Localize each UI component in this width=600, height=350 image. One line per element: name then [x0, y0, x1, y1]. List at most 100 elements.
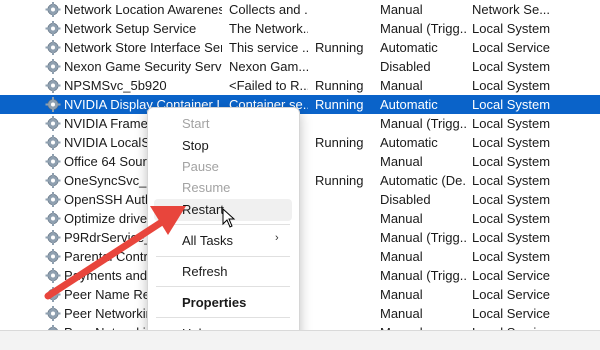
service-startup-type: Disabled — [380, 192, 431, 207]
gear-icon — [44, 77, 62, 94]
service-log-on-as: Local System — [472, 116, 551, 131]
menu-item-resume[interactable]: Resume — [182, 179, 230, 197]
table-row[interactable]: Network Setup Service The Network... Manua… — [0, 19, 600, 38]
service-log-on-as: Network Se... — [472, 2, 551, 17]
table-row[interactable]: Network Store Interface Servi... This ser… — [0, 38, 600, 57]
service-startup-type: Automatic — [380, 97, 438, 112]
service-status: Running — [315, 173, 364, 188]
table-row[interactable]: Payments and N Manual (Trigg... Local Serv… — [0, 266, 600, 285]
service-status — [315, 57, 375, 76]
gear-icon — [44, 58, 62, 75]
service-name: Nexon Game Security Service — [64, 59, 222, 74]
service-log-on-as: Local System — [472, 78, 551, 93]
service-status — [315, 152, 375, 171]
service-description: Collects and ... — [229, 2, 308, 17]
table-row[interactable]: Office 64 Sourc Manual Local System — [0, 152, 600, 171]
service-description: This service ... — [229, 40, 308, 55]
service-log-on-as: Local System — [472, 135, 551, 150]
status-bar — [0, 330, 600, 350]
gear-icon — [44, 267, 62, 284]
service-status — [315, 209, 375, 228]
service-log-on-as: Local System — [472, 154, 551, 169]
menu-item-restart[interactable]: Restart — [182, 201, 224, 219]
service-log-on-as: Local Service — [472, 287, 551, 302]
service-description: Nexon Gam... — [229, 59, 308, 74]
gear-icon — [44, 172, 62, 189]
table-row[interactable]: P9RdrService_ Manual (Trigg... Local Syste… — [0, 228, 600, 247]
gear-icon — [44, 248, 62, 265]
service-log-on-as: Local System — [472, 59, 551, 74]
service-name: Network Store Interface Servi... — [64, 40, 222, 55]
table-row[interactable]: Network Location Awareness Collects and .… — [0, 0, 600, 19]
service-log-on-as: Local System — [472, 211, 551, 226]
service-startup-type: Manual — [380, 249, 423, 264]
service-status: Running — [315, 97, 364, 112]
gear-icon — [44, 1, 62, 18]
table-row[interactable]: Optimize drive Manual Local System — [0, 209, 600, 228]
gear-icon — [44, 39, 62, 56]
table-row[interactable]: NPSMSvc_5b920 <Failed to R... Running Manua… — [0, 76, 600, 95]
service-startup-type: Automatic — [380, 40, 438, 55]
service-name: Network Location Awareness — [64, 2, 222, 17]
table-row[interactable]: Parental Contro Manual Local System — [0, 247, 600, 266]
service-startup-type: Manual — [380, 2, 423, 17]
service-startup-type: Manual — [380, 211, 423, 226]
service-status — [315, 0, 375, 19]
service-status — [315, 247, 375, 266]
service-startup-type: Manual — [380, 154, 423, 169]
service-startup-type: Manual (Trigg... — [380, 116, 466, 131]
table-row[interactable]: Peer Name Reso Manual Local Service — [0, 285, 600, 304]
service-name: NPSMSvc_5b920 — [64, 78, 167, 93]
gear-icon — [44, 229, 62, 246]
menu-item-stop[interactable]: Stop — [182, 137, 209, 155]
menu-item-properties[interactable]: Properties — [182, 294, 246, 312]
gear-icon — [44, 153, 62, 170]
service-log-on-as: Local System — [472, 249, 551, 264]
service-status: Running — [315, 40, 364, 55]
service-startup-type: Automatic — [380, 135, 438, 150]
service-startup-type: Manual (Trigg... — [380, 268, 466, 283]
service-startup-type: Automatic (De... — [380, 173, 466, 188]
table-row[interactable]: OpenSSH Authe Disabled Local System — [0, 190, 600, 209]
menu-item-all-tasks[interactable]: All Tasks — [182, 232, 233, 250]
service-status: Running — [315, 135, 364, 150]
service-status — [315, 19, 375, 38]
service-startup-type: Manual — [380, 78, 423, 93]
service-log-on-as: Local System — [472, 192, 551, 207]
service-description: <Failed to R... — [229, 78, 308, 93]
service-status — [315, 190, 375, 209]
table-row[interactable]: NVIDIA LocalSy Running Automatic Local Syst… — [0, 133, 600, 152]
service-startup-type: Disabled — [380, 59, 431, 74]
service-status — [315, 304, 375, 323]
service-status — [315, 228, 375, 247]
service-startup-type: Manual (Trigg... — [380, 230, 466, 245]
gear-icon — [44, 286, 62, 303]
service-name: Network Setup Service — [64, 21, 197, 36]
menu-item-pause[interactable]: Pause — [182, 158, 219, 176]
gear-icon — [44, 191, 62, 208]
service-log-on-as: Local System — [472, 230, 551, 245]
service-status: Running — [315, 78, 364, 93]
service-log-on-as: Local Service — [472, 306, 551, 321]
service-startup-type: Manual — [380, 306, 423, 321]
service-log-on-as: Local Service — [472, 268, 551, 283]
menu-separator — [156, 256, 290, 257]
table-row[interactable]: NVIDIA FrameV Manual (Trigg... Local Syste… — [0, 114, 600, 133]
gear-icon — [44, 134, 62, 151]
service-status — [315, 114, 375, 133]
service-status — [315, 266, 375, 285]
menu-item-start[interactable]: Start — [182, 115, 209, 133]
chevron-right-icon: › — [275, 232, 279, 244]
table-row[interactable]: OneSyncSvc_5b Running Automatic (De... Loca… — [0, 171, 600, 190]
table-row[interactable]: NVIDIA Display Container LS Container se.… — [0, 95, 600, 114]
table-row[interactable]: Peer NetworkinManualLocal Service — [0, 304, 600, 323]
gear-icon — [44, 210, 62, 227]
service-startup-type: Manual — [380, 287, 423, 302]
menu-item-refresh[interactable]: Refresh — [182, 263, 228, 281]
service-log-on-as: Local System — [472, 97, 551, 112]
table-row[interactable]: Nexon Game Security Service Nexon Gam... D… — [0, 57, 600, 76]
service-status — [315, 285, 375, 304]
mouse-pointer-icon — [222, 208, 236, 228]
service-log-on-as: Local Service — [472, 40, 551, 55]
service-description: The Network... — [229, 21, 308, 36]
